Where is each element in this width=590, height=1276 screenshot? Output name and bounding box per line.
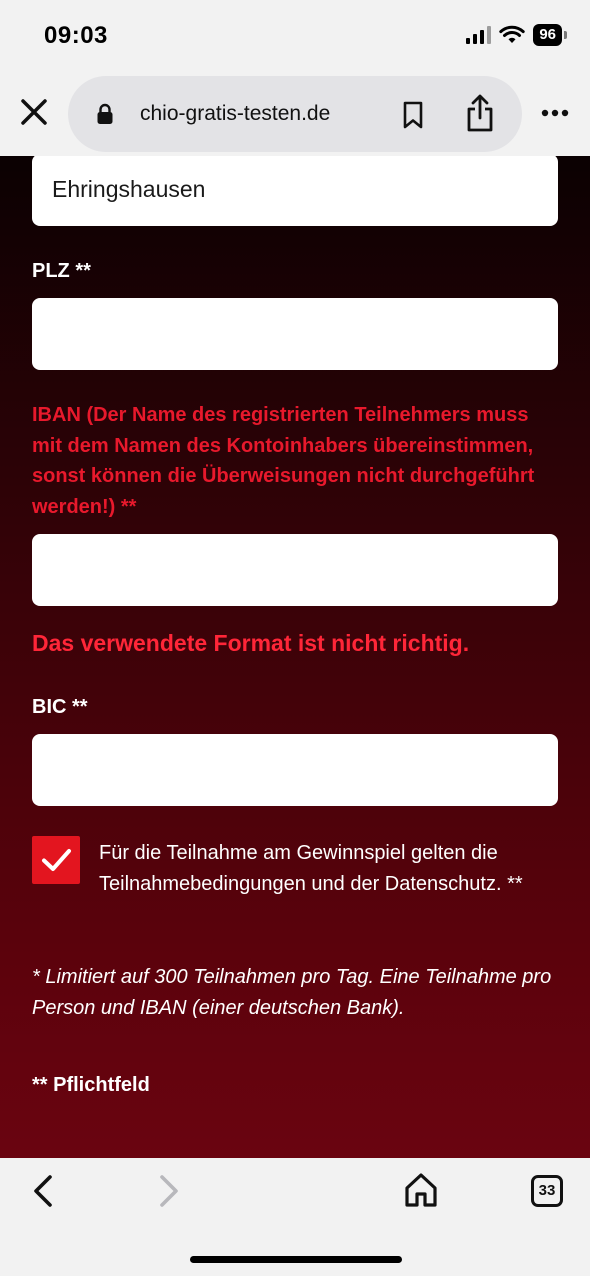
cellular-signal-icon [466, 26, 492, 44]
iban-error-message: Das verwendete Format ist nicht richtig. [32, 630, 470, 656]
checkmark-icon [42, 849, 71, 871]
tabs-button[interactable]: 33 [531, 1175, 563, 1207]
consent-text: Für die Teilnahme am Gewinnspiel gelten … [99, 842, 523, 895]
status-bar: 09:03 96 [0, 0, 590, 74]
back-icon[interactable] [30, 1174, 56, 1208]
home-indicator [190, 1256, 402, 1263]
bookmark-icon[interactable] [401, 101, 425, 129]
form-content: Ehringshausen PLZ ** IBAN (Der Name des … [0, 156, 590, 1158]
url-text: chio-gratis-testen.de [140, 102, 331, 125]
status-time: 09:03 [44, 22, 108, 49]
address-bar[interactable]: chio-gratis-testen.de [68, 76, 522, 152]
required-field-note: ** Pflichtfeld [32, 1074, 150, 1096]
browser-toolbar: 33 [0, 1158, 590, 1276]
wifi-icon [499, 25, 526, 43]
bic-label: BIC ** [32, 696, 88, 718]
iban-input[interactable] [32, 534, 558, 606]
bic-input[interactable] [32, 734, 558, 806]
iban-label: IBAN (Der Name des registrierten Teilneh… [32, 404, 535, 518]
home-icon[interactable] [404, 1172, 438, 1208]
more-icon[interactable] [540, 108, 570, 118]
ort-input[interactable]: Ehringshausen [32, 156, 558, 226]
consent-checkbox[interactable] [32, 836, 80, 884]
browser-nav-bar: chio-gratis-testen.de [0, 74, 590, 156]
status-icons: 96 [466, 24, 567, 46]
battery-indicator: 96 [533, 24, 567, 46]
ort-input-value: Ehringshausen [52, 176, 206, 202]
close-icon[interactable] [18, 96, 50, 128]
share-icon[interactable] [464, 93, 496, 133]
forward-icon[interactable] [156, 1174, 182, 1208]
plz-label: PLZ ** [32, 260, 91, 282]
lock-icon [97, 103, 113, 124]
plz-input[interactable] [32, 298, 558, 370]
limit-note: * Limitiert auf 300 Teilnahmen pro Tag. … [32, 966, 552, 1019]
